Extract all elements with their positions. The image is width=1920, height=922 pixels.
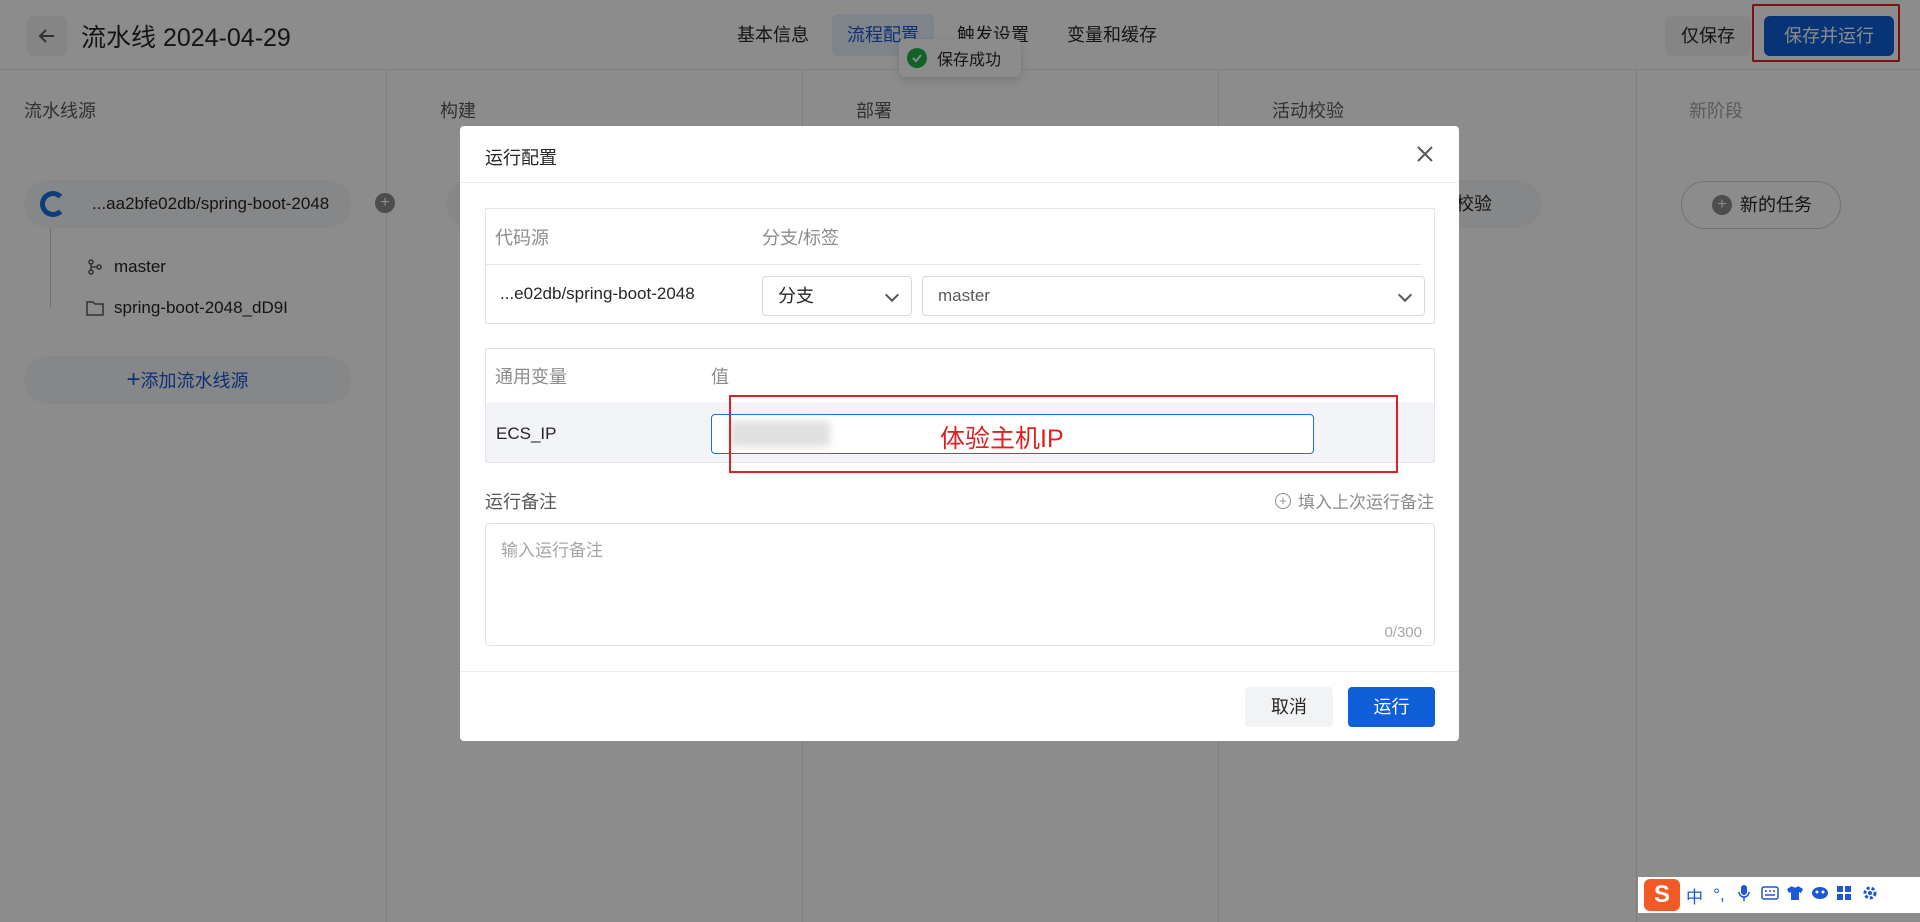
col-header-source: 代码源 xyxy=(495,228,549,248)
col-header-branch: 分支/标签 xyxy=(762,228,840,248)
dialog-footer-divider xyxy=(460,671,1459,672)
source-table: 代码源 分支/标签 ...e02db/spring-boot-2048 分支 m… xyxy=(485,208,1435,324)
col-header-value: 值 xyxy=(711,367,729,387)
chevron-down-icon xyxy=(884,287,900,303)
skin-shirt-icon[interactable] xyxy=(1786,885,1803,906)
close-icon[interactable] xyxy=(1413,142,1437,166)
col-header-variable: 通用变量 xyxy=(495,367,567,387)
settings-gear-icon[interactable] xyxy=(1861,884,1877,907)
ecs-ip-highlight xyxy=(729,395,1398,473)
ime-toolbar: S 中 °, xyxy=(1638,877,1920,913)
punctuation-toggle[interactable]: °, xyxy=(1711,885,1727,905)
table-divider xyxy=(486,264,1421,265)
note-char-count: 0/300 xyxy=(1384,624,1422,641)
dialog-header: 运行配置 xyxy=(460,126,1459,183)
emoji-icon[interactable] xyxy=(1811,885,1828,906)
branch-type-value: 分支 xyxy=(778,286,814,306)
branch-type-select[interactable]: 分支 xyxy=(762,276,912,316)
variable-name: ECS_IP xyxy=(496,424,557,443)
fill-last-note-label: 填入上次运行备注 xyxy=(1298,493,1434,512)
chevron-down-icon xyxy=(1397,287,1413,303)
cancel-button[interactable]: 取消 xyxy=(1245,687,1333,727)
keyboard-icon[interactable] xyxy=(1761,885,1779,905)
microphone-icon[interactable] xyxy=(1736,884,1752,907)
ime-mode-indicator[interactable]: 中 xyxy=(1686,883,1703,908)
dialog-title: 运行配置 xyxy=(485,148,557,168)
branch-select-value: master xyxy=(938,286,990,305)
plus-circle-icon: + xyxy=(1275,492,1291,509)
fill-last-note-link[interactable]: + 填入上次运行备注 xyxy=(1275,488,1434,513)
note-placeholder: 输入运行备注 xyxy=(501,541,603,560)
sogou-logo-icon[interactable]: S xyxy=(1644,879,1680,911)
branch-value-select[interactable]: master xyxy=(922,276,1425,316)
run-button[interactable]: 运行 xyxy=(1348,687,1435,727)
run-note-label: 运行备注 xyxy=(485,492,557,512)
run-note-textarea[interactable]: 输入运行备注 0/300 xyxy=(485,523,1435,646)
toolbox-grid-icon[interactable] xyxy=(1836,885,1852,906)
source-value: ...e02db/spring-boot-2048 xyxy=(500,284,695,303)
